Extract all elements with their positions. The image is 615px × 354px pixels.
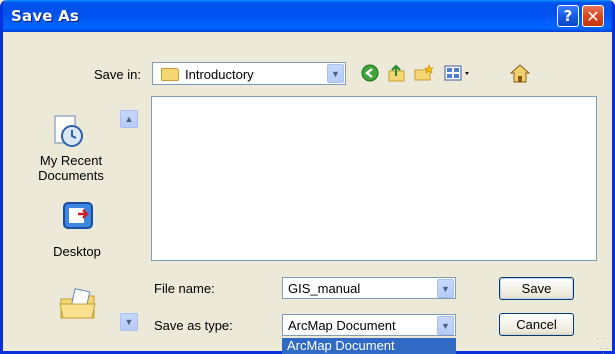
views-menu-icon[interactable] <box>443 63 473 83</box>
save-in-label: Save in: <box>94 67 141 82</box>
chevron-down-icon[interactable]: ▼ <box>437 316 454 335</box>
file-list-view[interactable] <box>151 96 597 261</box>
file-name-field[interactable]: GIS_manual ▼ <box>282 277 456 299</box>
new-folder-icon[interactable] <box>413 63 435 83</box>
place-recent-label: My Recent Documents <box>36 153 106 183</box>
recent-documents-icon <box>54 115 83 147</box>
save-in-dropdown[interactable]: Introductory ▼ <box>152 62 346 85</box>
resize-grip-icon[interactable]: · · · · · · <box>596 334 610 354</box>
place-desktop[interactable] <box>58 200 98 232</box>
desktop-icon <box>63 202 93 229</box>
place-my-documents[interactable] <box>58 287 98 321</box>
title-bar[interactable]: Save As ? ✕ <box>3 0 612 32</box>
cancel-button[interactable]: Cancel <box>499 313 574 336</box>
place-recent-line2: Documents <box>38 168 104 183</box>
place-recent-line1: My Recent <box>39 153 103 168</box>
file-name-value: GIS_manual <box>288 281 361 296</box>
file-name-label: File name: <box>154 281 215 296</box>
type-dropdown-option-highlighted[interactable]: ArcMap Document <box>282 338 456 354</box>
save-as-type-dropdown[interactable]: ArcMap Document ▼ <box>282 314 456 336</box>
place-my-recent-documents[interactable] <box>38 113 98 153</box>
save-as-type-value: ArcMap Document <box>288 318 396 333</box>
chevron-down-icon[interactable]: ▼ <box>437 279 454 298</box>
my-documents-icon <box>59 288 96 319</box>
chevron-down-icon[interactable]: ▼ <box>327 64 344 83</box>
close-button[interactable]: ✕ <box>582 5 604 27</box>
folder-icon <box>161 68 179 81</box>
save-as-type-label: Save as type: <box>154 318 233 333</box>
save-button[interactable]: Save <box>499 277 574 300</box>
save-in-value: Introductory <box>185 67 254 82</box>
back-icon[interactable] <box>360 63 380 83</box>
up-folder-icon[interactable] <box>386 63 408 83</box>
home-icon[interactable] <box>509 63 531 83</box>
place-desktop-label: Desktop <box>53 244 101 259</box>
help-button[interactable]: ? <box>557 5 579 27</box>
window-title: Save As <box>11 7 80 25</box>
places-scroll-up-button[interactable]: ▲ <box>120 110 138 128</box>
places-scroll-down-button[interactable]: ▼ <box>120 313 138 331</box>
